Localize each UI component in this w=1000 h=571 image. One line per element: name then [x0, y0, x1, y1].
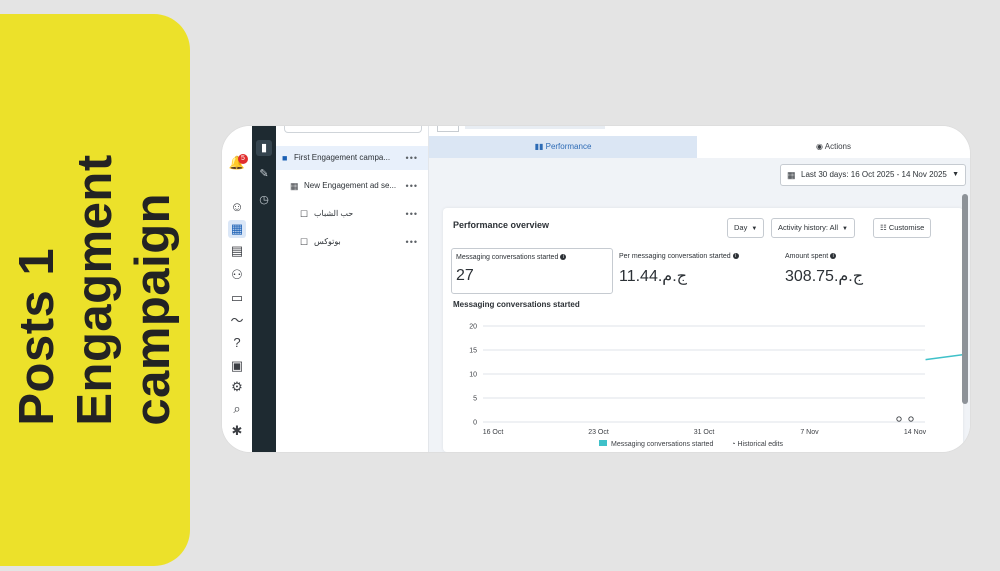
more-icon[interactable]: •••: [406, 174, 418, 198]
help-icon[interactable]: ?: [228, 334, 246, 352]
campaign-title: Posts 1 Engagment campaign: [8, 154, 182, 425]
x-tick-label: 16 Oct: [483, 429, 504, 436]
tree-item-adset[interactable]: ▦ New Engagement ad se... •••: [276, 174, 428, 198]
historical-edit-marker[interactable]: [908, 416, 914, 422]
tree-item-ad-1[interactable]: ☐ حب الشباب •••: [276, 202, 428, 226]
title-line-1: Posts 1: [10, 247, 64, 426]
more-icon[interactable]: •••: [406, 146, 418, 170]
document-icon[interactable]: ▤: [228, 242, 246, 260]
vertical-scrollbar[interactable]: [962, 194, 968, 404]
legend-swatch: [599, 440, 607, 446]
y-tick-label: 15: [469, 348, 477, 355]
x-tick-label: 23 Oct: [588, 429, 609, 436]
pencil-icon[interactable]: ✎: [256, 166, 272, 182]
smiley-icon[interactable]: ☺: [228, 198, 246, 216]
ads-manager-screenshot: 🔔 5 ☺ ▦ ▤ ⚇ ▭ 〜 ? ▣ ⚙ ⌕ ✱ ▮ ✎ ◷ ■ First …: [222, 126, 970, 452]
info-icon: i: [732, 253, 739, 259]
toolbar-field[interactable]: [465, 126, 605, 129]
title-card: Posts 1 Engagment campaign: [0, 14, 190, 566]
folder-icon: ■: [282, 153, 288, 163]
chevron-down-icon: ▼: [751, 226, 758, 232]
sliders-icon: ☷: [880, 223, 889, 232]
date-range-picker[interactable]: ▦ Last 30 days: 16 Oct 2025 - 14 Nov 202…: [780, 164, 966, 186]
bar-chart-icon: ▮▮: [534, 142, 546, 151]
title-line-2: Engagment: [68, 154, 122, 426]
metric-conversations[interactable]: Messaging conversations started i 27: [451, 248, 613, 294]
activity-history-dropdown[interactable]: Activity history: All ▼: [771, 218, 855, 238]
info-icon: i: [830, 253, 837, 259]
side-toolbar: ▮ ✎ ◷: [252, 126, 276, 452]
view-tabs: ▮▮ Performance ◉ Actions: [429, 136, 970, 158]
tree-item-campaign[interactable]: ■ First Engagement campa... •••: [276, 146, 428, 170]
info-icon: i: [560, 254, 567, 260]
ad-icon: ☐: [300, 237, 309, 247]
tab-actions[interactable]: ◉ Actions: [697, 136, 970, 158]
pointer-icon: ◉: [816, 142, 825, 151]
clock-icon[interactable]: ◷: [256, 192, 272, 208]
conversations-line-chart: 0 5 10 15 20 16 Oct 23 Oct 31 Oct 7 Nov 14 Nov: [469, 324, 963, 436]
day-dropdown[interactable]: Day ▼: [727, 218, 765, 238]
card-icon[interactable]: ▭: [228, 289, 246, 307]
x-tick-label: 14 Nov: [904, 429, 927, 436]
grid-table-icon[interactable]: ▦: [228, 220, 246, 238]
tree-item-ad-2[interactable]: ☐ بوتوكس •••: [276, 230, 428, 254]
chevron-down-icon: ▼: [952, 171, 959, 178]
toolbar-button[interactable]: [437, 126, 459, 132]
top-toolbar: [429, 126, 970, 136]
metric-value: 11.44.ج.م: [619, 268, 687, 285]
grid-icon: ▦: [290, 181, 299, 191]
people-icon[interactable]: ⚇: [228, 266, 246, 284]
title-line-3: campaign: [126, 192, 180, 426]
section-title: Performance overview: [453, 220, 550, 230]
notification-badge: 5: [238, 154, 248, 164]
y-tick-label: 0: [473, 420, 477, 427]
metric-value: 27: [456, 267, 474, 284]
more-icon[interactable]: •••: [406, 202, 418, 226]
report-icon[interactable]: ▣: [228, 357, 246, 375]
x-tick-label: 31 Oct: [694, 429, 715, 436]
campaign-tree: ■ First Engagement campa... ••• ▦ New En…: [276, 126, 429, 452]
chart-icon[interactable]: ▮: [256, 140, 272, 156]
performance-overview-card: Performance overview Day ▼ Activity histo…: [443, 208, 963, 452]
chart-title: Messaging conversations started: [453, 300, 580, 309]
main-panel: ▮▮ Performance ◉ Actions ▦ Last 30 days:…: [429, 126, 970, 452]
bug-icon[interactable]: ✱: [228, 422, 246, 440]
chevron-down-icon: ▼: [842, 226, 848, 232]
metric-amount-spent[interactable]: Amount spent i 308.75.ج.م: [781, 248, 941, 292]
trend-icon[interactable]: 〜: [228, 312, 246, 330]
x-tick-label: 7 Nov: [800, 429, 819, 436]
search-icon[interactable]: ⌕: [228, 400, 246, 418]
metric-cost-per-conversation[interactable]: Per messaging conversation started i 11.4…: [615, 248, 775, 292]
series-line: [925, 354, 963, 361]
calendar-icon: ▦: [787, 170, 796, 180]
chart-legend: Messaging conversations started ◔ Histor…: [599, 440, 783, 448]
y-tick-label: 20: [469, 324, 477, 331]
tree-search-input[interactable]: [284, 126, 422, 133]
y-tick-label: 5: [473, 396, 477, 403]
ad-icon: ☐: [300, 209, 309, 219]
icon-rail: 🔔 5 ☺ ▦ ▤ ⚇ ▭ 〜 ? ▣ ⚙ ⌕ ✱: [222, 126, 252, 452]
metric-value: 308.75.ج.م: [785, 268, 864, 285]
gear-icon[interactable]: ⚙: [228, 378, 246, 396]
historical-edit-marker[interactable]: [896, 416, 902, 422]
more-icon[interactable]: •••: [406, 230, 418, 254]
customise-button[interactable]: ☷ Customise: [873, 218, 932, 238]
tab-performance[interactable]: ▮▮ Performance: [429, 136, 697, 158]
y-tick-label: 10: [469, 372, 477, 379]
